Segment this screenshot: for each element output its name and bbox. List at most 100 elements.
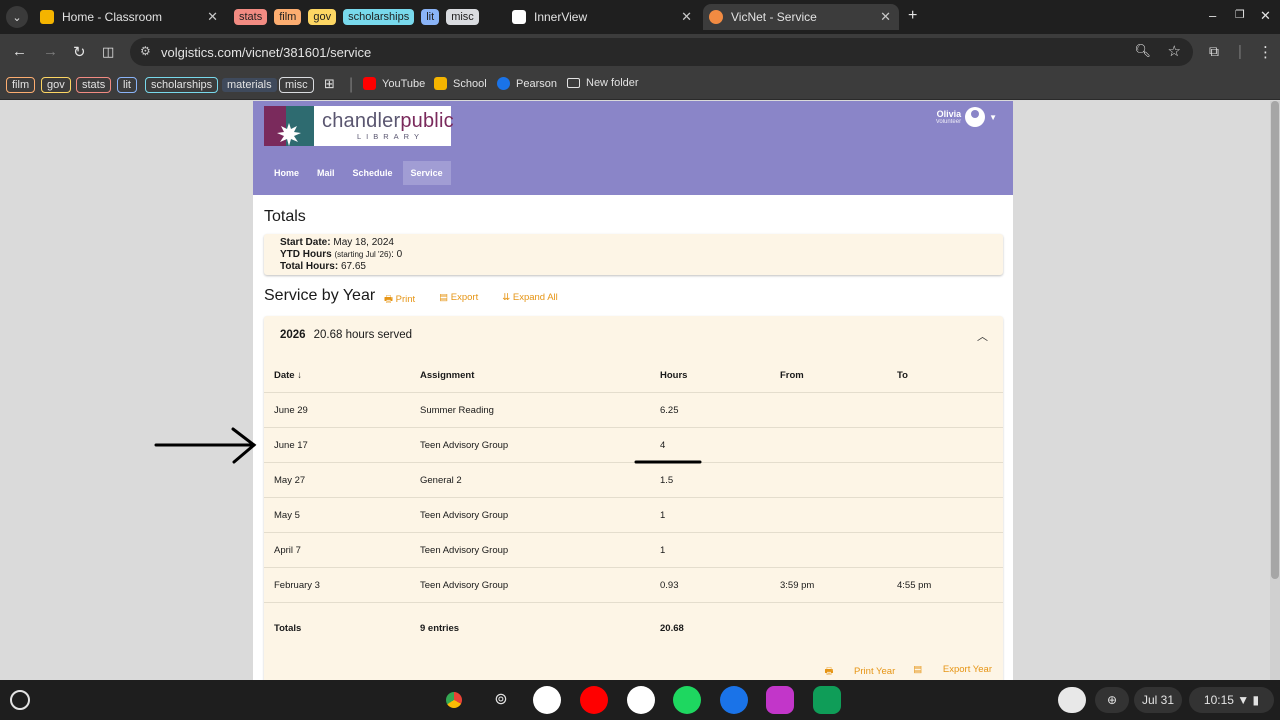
nav-schedule[interactable]: Schedule <box>345 161 401 185</box>
status-tray[interactable]: 10:15 ▼ ▮ <box>1189 687 1274 713</box>
bookmark-group-gov[interactable]: gov <box>41 77 71 93</box>
canva-icon[interactable] <box>766 686 794 714</box>
chrome-icon[interactable] <box>440 686 468 714</box>
bookmark-group-lit[interactable]: lit <box>117 77 137 93</box>
chevron-up-icon[interactable]: ︿ <box>977 328 988 344</box>
bookmark-group-materials[interactable]: materials <box>221 77 278 93</box>
gmail-icon[interactable] <box>533 686 561 714</box>
page-scrollbar[interactable] <box>1270 101 1280 680</box>
expand-all-button[interactable]: ⇊ Expand All <box>502 292 570 308</box>
cell-date: June 29 <box>274 404 308 416</box>
column-header-date[interactable]: Date ↓ <box>274 358 302 392</box>
sheets-icon[interactable] <box>813 686 841 714</box>
user-menu[interactable]: Olivia Volunteer ▼ <box>936 107 997 127</box>
restore-icon[interactable]: ❐ <box>1235 8 1245 21</box>
cell-hours: 1.5 <box>660 474 674 486</box>
bookmark-label: Pearson <box>516 77 557 90</box>
minimize-icon[interactable]: – <box>1209 8 1216 23</box>
export-label: Export <box>450 292 479 303</box>
annotation-arrow <box>154 427 257 464</box>
bookmark-label: YouTube <box>382 77 426 90</box>
nav-service[interactable]: Service <box>402 161 451 185</box>
export-year-button[interactable]: ▤ Export Year <box>913 664 992 680</box>
print-label: Print <box>395 294 416 305</box>
side-panel-icon[interactable]: ◫ <box>102 44 114 60</box>
cell-date: February 3 <box>274 579 320 591</box>
youtube-app-icon[interactable] <box>580 686 608 714</box>
print-year-label: Print Year <box>854 666 896 677</box>
print-year-button[interactable]: 🖶 Print Year <box>824 664 895 680</box>
cast-icon[interactable]: ⊚ <box>487 686 515 714</box>
service-by-year-heading: Service by Year <box>264 287 376 304</box>
table-row[interactable]: February 3 Teen Advisory Group 0.93 3:59… <box>264 568 1003 603</box>
tab-group-misc[interactable]: misc <box>446 9 479 25</box>
forward-icon[interactable]: → <box>43 43 58 60</box>
close-window-icon[interactable]: ✕ <box>1260 8 1271 24</box>
tab-group-scholarships[interactable]: scholarships <box>343 9 415 25</box>
table-row[interactable]: May 27 General 2 1.5 <box>264 463 1003 498</box>
new-tab-button[interactable]: + <box>908 7 917 25</box>
tab-vicnet[interactable]: VicNet - Service ✕ <box>703 4 899 30</box>
divider: | <box>349 76 354 93</box>
bookmark-youtube[interactable]: YouTube <box>363 77 425 90</box>
tab-classroom[interactable]: Home - Classroom ✕ <box>34 4 226 30</box>
spotify-icon[interactable] <box>673 686 701 714</box>
export-button[interactable]: ▤ Export <box>439 292 490 308</box>
arrow-down-icon: ↓ <box>297 369 302 381</box>
bookmark-school[interactable]: School <box>434 77 487 90</box>
apps-grid-icon[interactable]: ⊞ <box>324 76 335 92</box>
bookmark-new-folder[interactable]: New folder <box>567 77 639 89</box>
back-icon[interactable]: ← <box>12 43 27 60</box>
scrollbar-thumb[interactable] <box>1271 101 1279 579</box>
library-logo[interactable]: chandlerpublic LIBRARY <box>264 106 454 146</box>
column-header-assignment[interactable]: Assignment <box>420 358 474 392</box>
close-icon[interactable]: ✕ <box>681 9 692 25</box>
totals-heading: Totals <box>264 208 306 225</box>
pearson-icon <box>497 77 510 90</box>
messages-icon[interactable] <box>720 686 748 714</box>
table-row[interactable]: June 17 Teen Advisory Group 4 <box>264 428 1003 463</box>
reload-icon[interactable]: ↻ <box>73 43 86 61</box>
zoom-icon[interactable]: 🔍︎ <box>1134 43 1151 59</box>
nav-home[interactable]: Home <box>266 161 307 185</box>
tab-group-gov[interactable]: gov <box>308 9 337 25</box>
download-tray-icon[interactable]: ⊕ <box>1095 687 1129 713</box>
cell-hours: 0.93 <box>660 579 679 591</box>
extensions-icon[interactable]: ⧉ <box>1209 43 1219 60</box>
launcher-icon[interactable] <box>10 690 30 710</box>
profile-avatar[interactable] <box>1058 687 1086 713</box>
table-row[interactable]: April 7 Teen Advisory Group 1 <box>264 533 1003 568</box>
tab-group-film[interactable]: film <box>274 9 302 25</box>
tab-group-stats[interactable]: stats <box>234 9 268 25</box>
ytd-line: YTD Hours (starting Jul '26): 0 <box>280 249 1003 261</box>
total-hours-line: Total Hours: 67.65 <box>280 261 1003 273</box>
bookmark-group-scholarships[interactable]: scholarships <box>145 77 219 93</box>
print-button[interactable]: 🖶 Print <box>384 292 427 308</box>
date-tray[interactable]: Jul 31 <box>1134 687 1182 713</box>
column-header-from[interactable]: From <box>780 358 804 392</box>
site-info-icon[interactable]: ⚙ <box>140 44 151 58</box>
cell-to: 4:55 pm <box>897 579 932 591</box>
play-store-icon[interactable] <box>627 686 655 714</box>
column-header-to[interactable]: To <box>897 358 908 392</box>
bookmark-group-stats[interactable]: stats <box>76 77 112 93</box>
table-row[interactable]: June 29 Summer Reading 6.25 <box>264 393 1003 428</box>
table-row[interactable]: May 5 Teen Advisory Group 1 <box>264 498 1003 533</box>
url-text[interactable]: volgistics.com/vicnet/381601/service <box>161 45 371 60</box>
close-icon[interactable]: ✕ <box>207 9 218 25</box>
cell-hours: 1 <box>660 544 666 556</box>
nav-mail[interactable]: Mail <box>309 161 343 185</box>
bookmark-star-icon[interactable]: ☆ <box>1168 42 1181 60</box>
address-bar[interactable]: ⚙ volgistics.com/vicnet/381601/service 🔍… <box>130 38 1193 66</box>
tab-innerview[interactable]: InnerView ✕ <box>506 4 700 30</box>
year-panel-header[interactable]: 2026 20.68 hours served <box>280 329 412 341</box>
column-header-hours[interactable]: Hours <box>660 358 687 392</box>
close-icon[interactable]: ✕ <box>880 9 891 25</box>
tab-group-lit[interactable]: lit <box>421 9 440 25</box>
bookmark-group-film[interactable]: film <box>6 77 36 93</box>
cell-hours: 1 <box>660 509 666 521</box>
bookmark-group-misc[interactable]: misc <box>279 77 314 93</box>
bookmark-pearson[interactable]: Pearson <box>497 77 557 90</box>
tab-search-button[interactable]: ⌄ <box>6 6 28 28</box>
more-menu-icon[interactable]: ⋮ <box>1258 43 1273 61</box>
